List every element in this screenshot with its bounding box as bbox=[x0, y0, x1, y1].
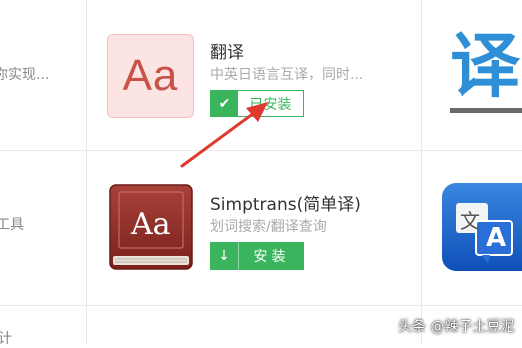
left-row1-text: 你实现... bbox=[0, 67, 50, 83]
book-app-icon-text: Aa bbox=[131, 207, 171, 242]
column-divider-right bbox=[421, 0, 422, 344]
watermark-text: 头条 @辣子土豆泥 bbox=[398, 319, 515, 335]
translate-app-title[interactable]: 翻译 bbox=[210, 38, 244, 63]
simptrans-app-title[interactable]: Simptrans(简单译) bbox=[210, 190, 361, 215]
translate-character-icon[interactable]: 译 bbox=[450, 28, 520, 104]
download-icon: ↓ bbox=[210, 242, 239, 270]
translate-character-underline bbox=[450, 108, 522, 113]
translate-bubbles-icon bbox=[456, 203, 513, 263]
translate-app-description: 中英日语言互译，同时... bbox=[210, 67, 364, 83]
left-row2-text: 工具 bbox=[0, 217, 24, 233]
left-row3-text: 计 bbox=[0, 331, 12, 347]
translate-app-icon-text: Aa bbox=[122, 51, 179, 100]
google-translate-icon[interactable]: 文 A bbox=[442, 183, 522, 271]
column-divider-left bbox=[86, 0, 87, 344]
install-button-label: 安装 bbox=[253, 249, 290, 265]
simptrans-app-description: 划词搜索/翻译查询 bbox=[210, 219, 327, 235]
annotation-arrow bbox=[180, 102, 268, 168]
install-button[interactable]: ↓ 安装 bbox=[210, 242, 304, 270]
translate-bubble-char-1: 文 bbox=[460, 209, 480, 233]
translate-bubble-char-2: A bbox=[486, 223, 507, 253]
row-divider-2 bbox=[0, 305, 522, 306]
